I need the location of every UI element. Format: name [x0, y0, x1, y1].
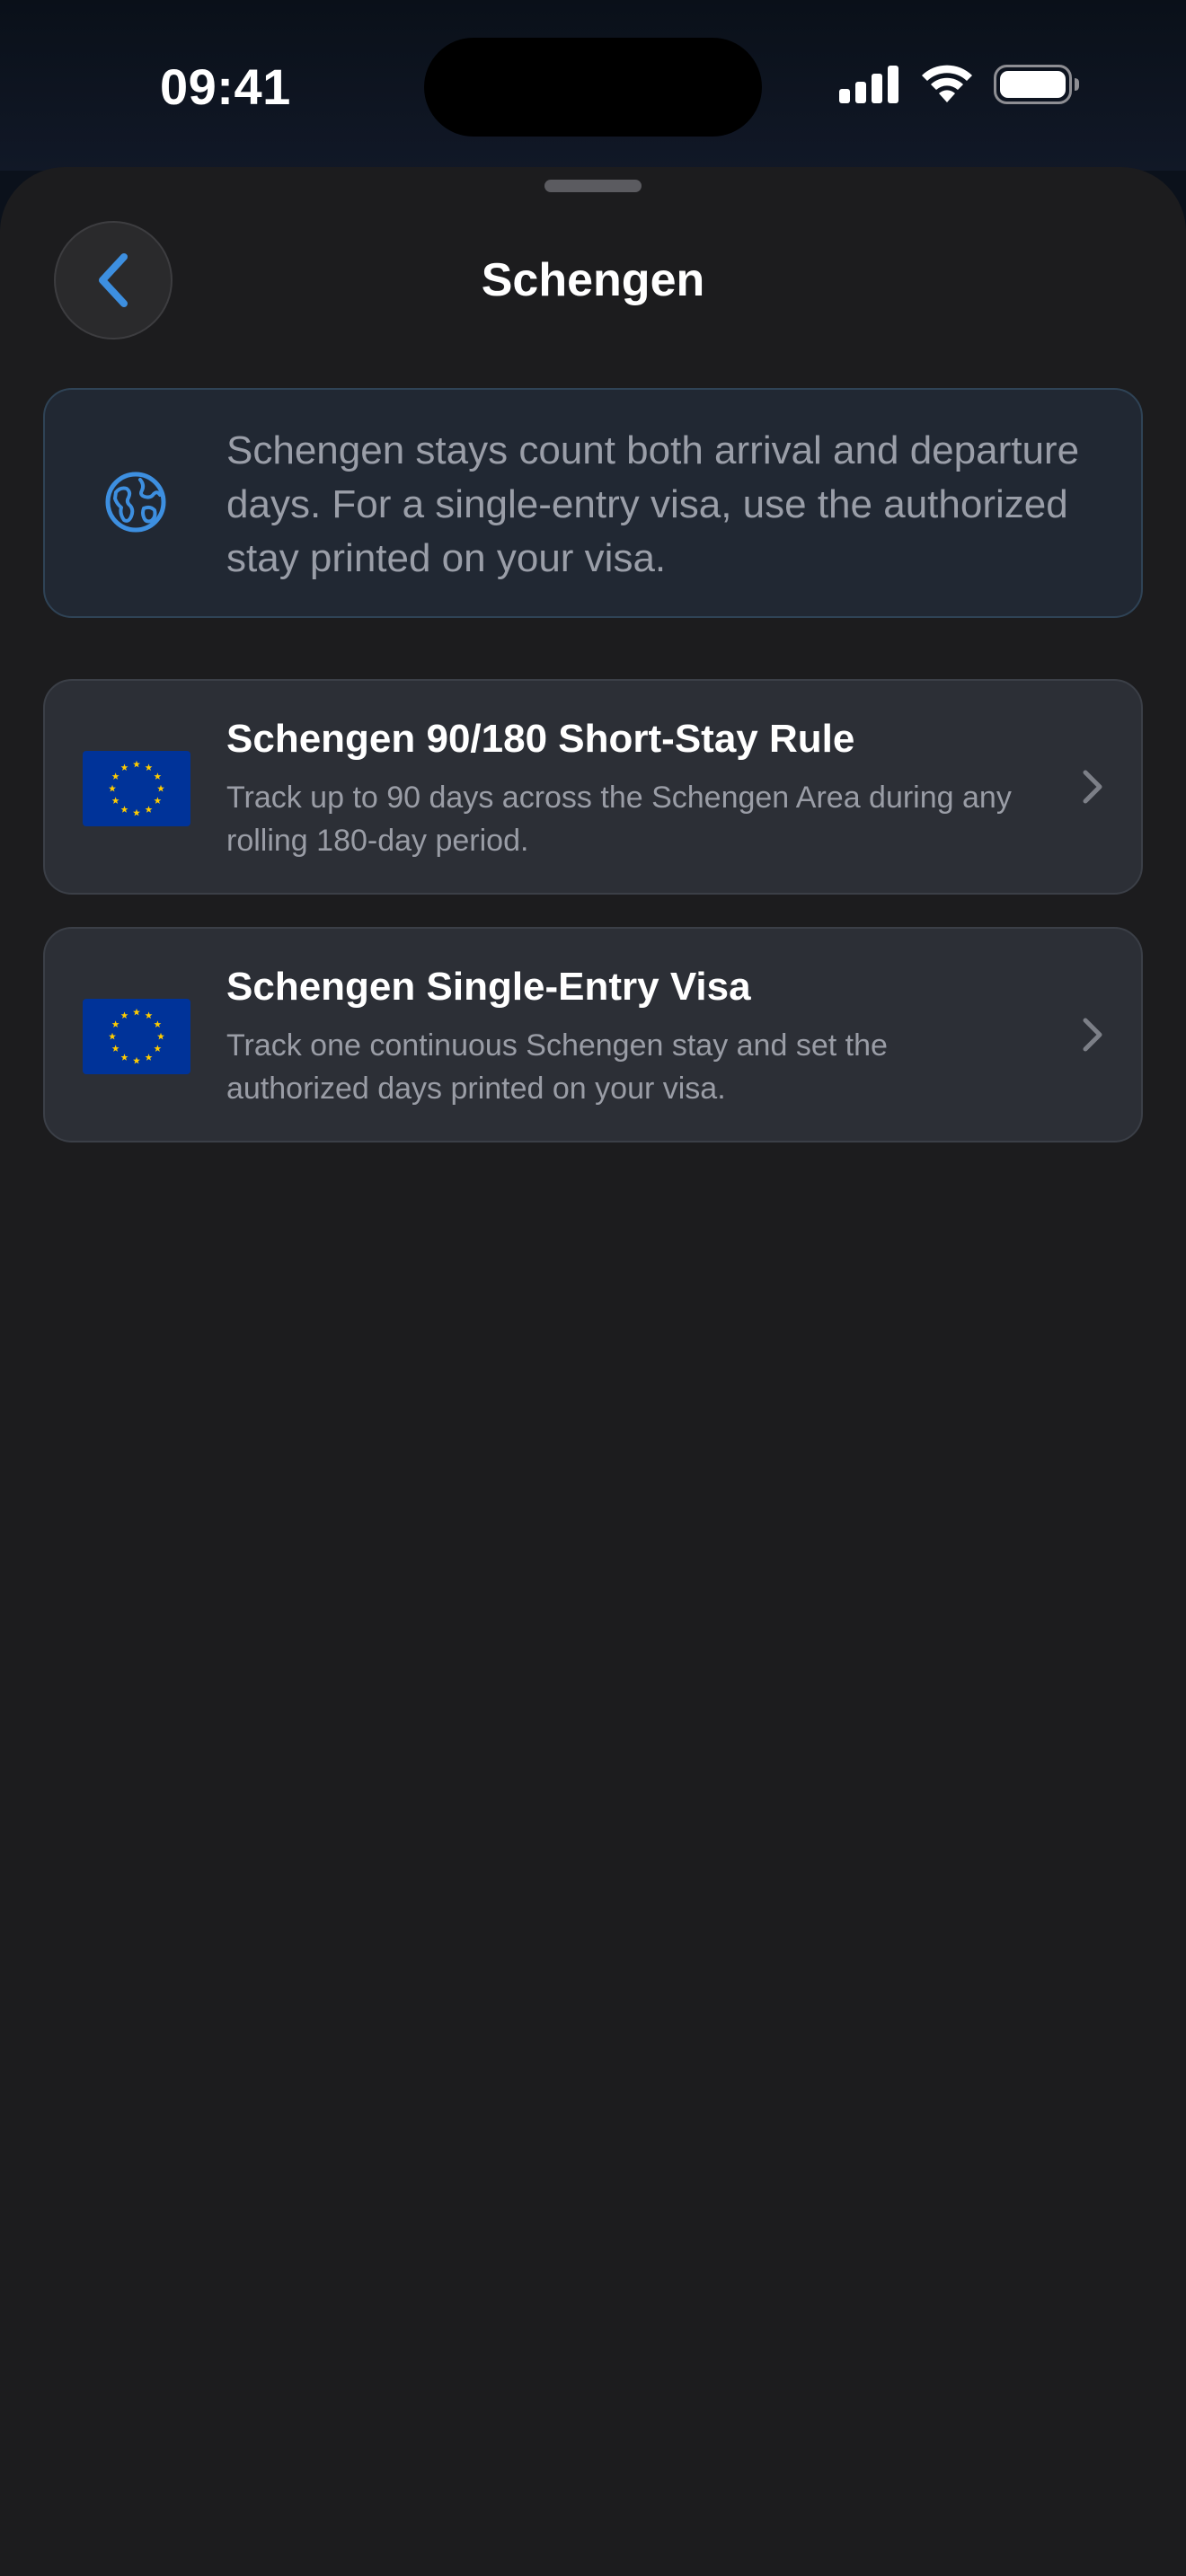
eu-flag-icon: [83, 999, 190, 1074]
info-text: Schengen stays count both arrival and de…: [226, 428, 1080, 580]
info-card: Schengen stays count both arrival and de…: [43, 388, 1143, 618]
eu-flag-icon: [83, 751, 190, 826]
battery-icon: [994, 65, 1079, 104]
option-title: Schengen Single-Entry Visa: [226, 965, 751, 1009]
status-time: 09:41: [160, 58, 291, 115]
bottom-sheet: Schengen Schengen stays count both arriv…: [0, 167, 1186, 2576]
option-title: Schengen 90/180 Short-Stay Rule: [226, 717, 855, 761]
option-schengen-single-entry[interactable]: Schengen Single-Entry Visa Track one con…: [43, 927, 1143, 1142]
page-title: Schengen: [481, 254, 705, 306]
globe-icon: [105, 472, 166, 533]
status-bar: 09:41: [0, 0, 1186, 171]
cellular-signal-icon: [839, 66, 898, 103]
option-description: Track one continuous Schengen stay and s…: [226, 1028, 888, 1106]
option-schengen-90-180[interactable]: Schengen 90/180 Short-Stay Rule Track up…: [43, 679, 1143, 895]
dynamic-island: [424, 38, 762, 137]
chevron-right-icon: [1083, 770, 1102, 804]
sheet-grabber[interactable]: [544, 180, 642, 192]
wifi-icon: [922, 65, 972, 102]
status-icons: [839, 65, 1080, 104]
option-description: Track up to 90 days across the Schengen …: [226, 781, 1012, 858]
chevron-right-icon: [1083, 1018, 1102, 1052]
